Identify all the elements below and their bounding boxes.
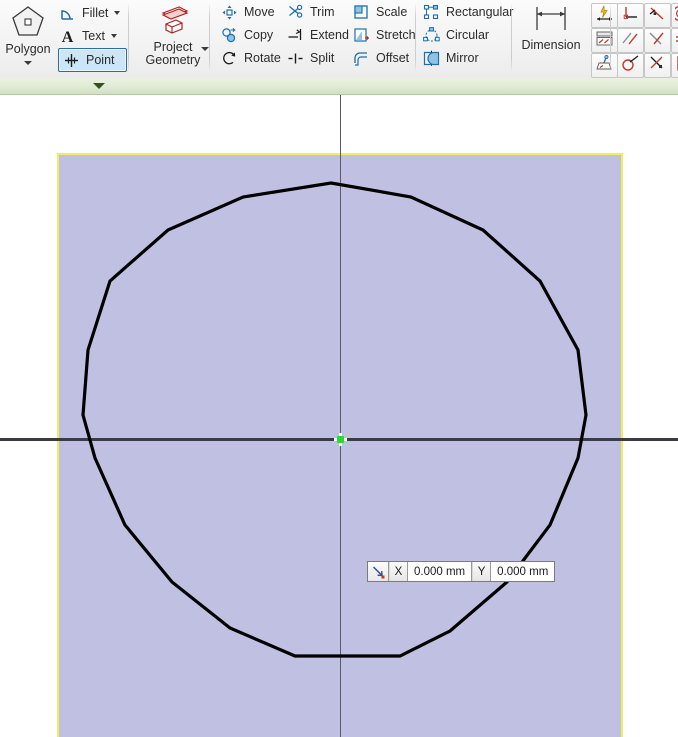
ribbon-group-modify: Move Copy: [210, 0, 420, 78]
fix-constraint-button[interactable]: [644, 53, 671, 78]
inventor-sketch-window: Polygon Fillet A T: [0, 0, 678, 737]
parallel-constraint-button[interactable]: [617, 28, 644, 53]
extend-button[interactable]: Extend: [286, 24, 349, 46]
chevron-down-icon[interactable]: [201, 47, 209, 51]
copy-button-label: Copy: [244, 24, 273, 46]
ribbon-group-project: Project Geometry: [137, 0, 210, 78]
tangent-constraint-button[interactable]: [644, 3, 671, 28]
ribbon-group-dimension: Dimension: [511, 0, 613, 78]
project-geometry-icon: [141, 2, 205, 39]
copy-icon: [220, 26, 239, 44]
stretch-icon: [352, 26, 371, 44]
collinear-constraint-button[interactable]: [644, 28, 671, 53]
origin-point-icon[interactable]: [334, 433, 347, 446]
auto-dimension-icon: [595, 5, 614, 27]
move-button-label: Move: [244, 1, 275, 23]
ribbon-toolbar: Polygon Fillet A T: [0, 0, 678, 78]
copy-button[interactable]: Copy: [220, 24, 273, 46]
show-constraints-icon: [595, 30, 614, 52]
rotate-button-label: Rotate: [244, 47, 281, 69]
rectangular-pattern-icon: [422, 3, 441, 21]
point-button-label: Point: [86, 49, 115, 71]
origin-dot: [337, 436, 344, 443]
concentric-constraint-icon: [621, 55, 640, 77]
mirror-icon: [422, 49, 441, 67]
project-geometry-label-line2: Geometry: [141, 54, 205, 67]
group-divider: [128, 3, 129, 73]
ribbon-group-draw: Polygon Fillet A T: [0, 0, 137, 78]
ribbon-group-constrain: [613, 0, 678, 78]
ribbon-group-pattern: Rectangular Circular: [415, 0, 515, 78]
tangent-constraint-icon: [648, 5, 667, 27]
perpendicular-constraint-button[interactable]: [617, 3, 644, 28]
dimension-icon: [515, 4, 587, 37]
split-button-label: Split: [310, 47, 334, 69]
perpendicular-constraint-icon: [621, 5, 640, 27]
sketch-canvas[interactable]: X 0.000 mm Y 0.000 mm CSDN @疯狂的豆包: [0, 95, 678, 737]
symmetric-constraint-button[interactable]: [671, 53, 678, 78]
x-coordinate-label: X: [389, 562, 408, 581]
y-coordinate-label: Y: [472, 562, 491, 581]
polygon-button-label: Polygon: [2, 43, 54, 56]
fillet-arc-icon: [58, 4, 77, 22]
text-button[interactable]: A Text: [58, 25, 117, 47]
coordinate-input-widget[interactable]: X 0.000 mm Y 0.000 mm: [367, 561, 555, 582]
fix-constraint-icon: [648, 55, 667, 77]
rectangular-pattern-label: Rectangular: [446, 1, 513, 23]
project-geometry-button[interactable]: Project Geometry: [141, 2, 205, 67]
ribbon-collapse-bar[interactable]: [0, 78, 678, 95]
rotate-icon: [220, 49, 239, 67]
circular-pattern-button[interactable]: Circular: [422, 24, 489, 46]
inscribed-polygon[interactable]: [0, 95, 678, 737]
offset-button[interactable]: Offset: [352, 47, 409, 69]
group-divider: [610, 3, 611, 73]
fillet-button-label: Fillet: [82, 2, 108, 24]
split-icon: [286, 49, 305, 67]
equal-constraint-button[interactable]: [671, 28, 678, 53]
trim-scissors-icon: [286, 3, 305, 21]
dimension-button-label: Dimension: [515, 39, 587, 52]
move-icon: [220, 3, 239, 21]
chevron-down-icon[interactable]: [24, 61, 32, 65]
circular-pattern-icon: [422, 26, 441, 44]
chevron-down-icon[interactable]: [93, 83, 105, 89]
concentric-constraint-button[interactable]: [617, 53, 644, 78]
stretch-button[interactable]: Stretch: [352, 24, 416, 46]
offset-icon: [352, 49, 371, 67]
svg-text:A: A: [62, 29, 74, 45]
chevron-down-icon[interactable]: [114, 11, 120, 15]
extend-button-label: Extend: [310, 24, 349, 46]
mirror-button[interactable]: Mirror: [422, 47, 479, 69]
y-coordinate-field[interactable]: 0.000 mm: [491, 562, 554, 581]
coordinate-input-icon: [368, 562, 389, 581]
trim-button-label: Trim: [310, 1, 335, 23]
offset-button-label: Offset: [376, 47, 409, 69]
text-a-icon: A: [58, 27, 77, 45]
scale-button[interactable]: Scale: [352, 1, 407, 23]
chevron-down-icon[interactable]: [111, 34, 117, 38]
stretch-button-label: Stretch: [376, 24, 416, 46]
parallel-constraint-icon: [621, 30, 640, 52]
point-button[interactable]: Point: [58, 48, 127, 72]
coincident-constraint-button[interactable]: [671, 3, 678, 28]
text-button-label: Text: [82, 25, 105, 47]
scale-button-label: Scale: [376, 1, 407, 23]
dimension-button[interactable]: Dimension: [515, 4, 587, 52]
pentagon-icon: [2, 4, 54, 41]
constraint-settings-icon: [595, 55, 614, 77]
fillet-button[interactable]: Fillet: [58, 2, 120, 24]
mirror-button-label: Mirror: [446, 47, 479, 69]
polygon-button[interactable]: Polygon: [2, 4, 54, 69]
collinear-constraint-icon: [648, 30, 667, 52]
extend-icon: [286, 26, 305, 44]
split-button[interactable]: Split: [286, 47, 334, 69]
point-crosshair-icon: [62, 51, 81, 69]
move-button[interactable]: Move: [220, 1, 275, 23]
trim-button[interactable]: Trim: [286, 1, 335, 23]
rectangular-pattern-button[interactable]: Rectangular: [422, 1, 513, 23]
circular-pattern-label: Circular: [446, 24, 489, 46]
scale-icon: [352, 3, 371, 21]
rotate-button[interactable]: Rotate: [220, 47, 281, 69]
x-coordinate-field[interactable]: 0.000 mm: [408, 562, 472, 581]
